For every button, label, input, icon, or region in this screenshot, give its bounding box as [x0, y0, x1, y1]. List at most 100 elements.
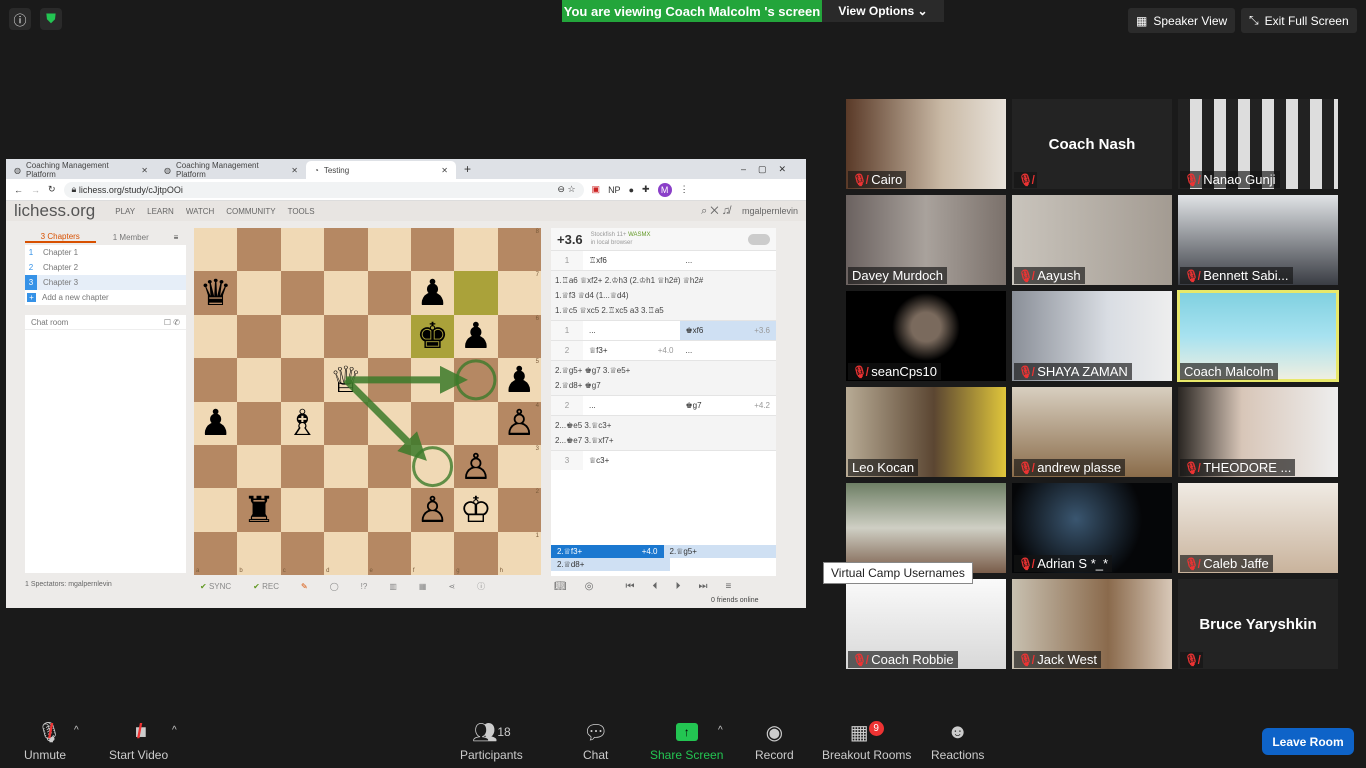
glyph-icon[interactable]: !? [361, 582, 368, 591]
participant-tile[interactable]: 🎙︎̸ Jack West [1012, 579, 1172, 669]
next-move-button[interactable]: ⏵ [675, 581, 680, 592]
reload-icon[interactable]: ↻ [48, 184, 56, 195]
tab-members[interactable]: 1 Member [96, 233, 167, 242]
breakout-rooms-button[interactable]: ▦ 9 Breakout Rooms [822, 720, 911, 762]
exit-fullscreen-button[interactable]: ⤡ Exit Full Screen [1241, 8, 1357, 33]
forward-icon[interactable]: → [31, 185, 40, 195]
participant-tile[interactable]: Coach Nash 🎙︎̸ [1012, 99, 1172, 189]
black-move[interactable]: ♚xf6 +3.6 [679, 321, 776, 340]
black-move[interactable]: ... [680, 251, 777, 270]
sync-toggle[interactable]: ✔ SYNC [200, 582, 231, 591]
participant-tile[interactable]: 🎙︎̸ Coach Robbie [846, 579, 1006, 669]
browser-tab[interactable]: ◍ Coaching Management Platform ✕ [6, 161, 156, 179]
candidate-move[interactable]: 2.♕g5+ [663, 545, 776, 558]
chart-icon[interactable]: ▥ [389, 582, 397, 591]
variation-line[interactable]: 2...♚e5 3.♕c3+ [555, 418, 772, 433]
variation-line[interactable]: 1.♖a6 ♕xf2+ 2.♔h3 (2.♔h1 ♕h2#) ♕h2# [555, 273, 772, 288]
participant-tile[interactable]: 🎙︎̸ seanCps10 [846, 291, 1006, 381]
close-icon[interactable]: ✕ [291, 166, 298, 175]
new-tab-button[interactable]: + [456, 162, 479, 179]
variation-line[interactable]: 1.♕c5 ♕xc5 2.♖xc5 a3 3.♖a5 [555, 303, 772, 318]
share-icon[interactable]: ⋖ [448, 582, 455, 591]
variation-line[interactable]: 2.♕d8+ ♚g7 [555, 378, 772, 393]
participant-tile[interactable]: 🎙︎̸ SHAYA ZAMAN [1012, 291, 1172, 381]
friends-online[interactable]: 0 friends online [711, 597, 758, 604]
extension-icon[interactable]: ● [629, 185, 634, 195]
speaker-view-button[interactable]: ▦ Speaker View [1128, 8, 1236, 33]
phone-icon[interactable]: ☐ ✆ [164, 318, 180, 327]
comment-icon[interactable]: ◯ [330, 582, 339, 591]
first-move-button[interactable]: ⏮ [625, 581, 634, 592]
participant-tile[interactable]: Davey Murdoch [846, 195, 1006, 285]
participant-tile[interactable]: Leo Kocan [846, 387, 1006, 477]
chapter-item-active[interactable]: 3 Chapter 3 [25, 275, 186, 290]
nav-watch[interactable]: WATCH [186, 207, 214, 216]
book-icon[interactable]: 📖︎ [554, 581, 567, 592]
chevron-up-icon[interactable]: ^ [74, 725, 79, 736]
participant-tile[interactable]: 🎙︎̸ Caleb Jaffe [1178, 483, 1338, 573]
back-icon[interactable]: ← [14, 185, 23, 195]
hamburger-icon[interactable]: ≡ [166, 233, 186, 242]
profile-avatar[interactable]: M [657, 182, 672, 197]
participant-tile[interactable]: 🎙︎̸ Cairo [846, 99, 1006, 189]
nav-community[interactable]: COMMUNITY [226, 207, 275, 216]
menu-icon[interactable]: ≡ [725, 581, 731, 592]
user-menu[interactable]: mgalpernlevin [742, 206, 798, 216]
last-move-button[interactable]: ⏭ [698, 581, 707, 592]
participant-tile[interactable]: 🎙︎̸ Aayush [1012, 195, 1172, 285]
participant-tile[interactable] [846, 483, 1006, 573]
white-move[interactable]: ♕c3+ [583, 451, 680, 470]
white-move[interactable]: ... [583, 396, 680, 415]
view-options-button[interactable]: View Options ⌄ [822, 0, 944, 22]
zoom-icon[interactable]: ⊖ ☆ [557, 184, 575, 195]
engine-toggle[interactable] [748, 233, 770, 245]
lichess-logo[interactable]: lichess.org [14, 201, 95, 221]
candidate-move[interactable]: 2.♕f3+ +4.0 [551, 545, 664, 558]
rec-toggle[interactable]: ✔ REC [253, 582, 279, 591]
info-icon[interactable]: ⓘ [9, 8, 31, 30]
chevron-up-icon[interactable]: ^ [172, 725, 177, 736]
close-icon[interactable]: ✕ [141, 166, 148, 175]
black-move[interactable] [680, 451, 777, 470]
close-icon[interactable]: ✕ [441, 166, 448, 175]
share-screen-button[interactable]: ↑ Share Screen [650, 721, 723, 762]
browser-tab-active[interactable]: ◔ Testing ✕ [306, 161, 456, 179]
add-chapter-button[interactable]: + Add a new chapter [25, 290, 186, 305]
info-icon[interactable]: ⓘ [477, 581, 485, 592]
record-button[interactable]: ◉ Record [755, 721, 794, 763]
participant-tile[interactable]: Coach Malcolm [1177, 290, 1339, 382]
grid-icon[interactable]: ▦ [419, 582, 427, 591]
extension-icon[interactable]: ▣ [592, 184, 601, 195]
chat-button[interactable]: 💬︎ Chat [583, 721, 608, 763]
white-move[interactable]: ♕f3+ +4.0 [583, 341, 680, 360]
target-icon[interactable]: ◎ [585, 581, 594, 592]
black-move[interactable]: ♚g7 +4.2 [680, 396, 777, 415]
white-move[interactable]: ... [583, 321, 680, 340]
candidate-move[interactable]: 2.♕d8+ [551, 558, 670, 571]
nav-play[interactable]: PLAY [115, 207, 135, 216]
participant-tile[interactable]: Bruce Yaryshkin 🎙︎̸ [1178, 579, 1338, 669]
variation-line[interactable]: 2.♕g5+ ♚g7 3.♕e5+ [555, 363, 772, 378]
prev-move-button[interactable]: ⏴ [652, 581, 657, 592]
reactions-button[interactable]: ☻ Reactions [931, 721, 984, 763]
participant-tile[interactable]: 🎙︎̸ andrew plasse [1012, 387, 1172, 477]
white-move[interactable]: ♖xf6 [583, 251, 680, 270]
chevron-up-icon[interactable]: ^ [718, 725, 723, 736]
browser-tab[interactable]: ◍ Coaching Management Platform ✕ [156, 161, 306, 179]
participant-tile[interactable]: 🎙︎̸ THEODORE ... [1178, 387, 1338, 477]
shield-icon[interactable]: ⛊ [40, 8, 62, 30]
nav-tools[interactable]: TOOLS [288, 207, 315, 216]
variation-line[interactable]: 2...♚e7 3.♕xf7+ [555, 433, 772, 448]
participant-tile[interactable]: 🎙︎̸ Adrian S *_* [1012, 483, 1172, 573]
np-extension[interactable]: NP [608, 185, 621, 195]
window-controls[interactable]: –▢✕ [733, 164, 806, 179]
puzzle-icon[interactable]: ✚ [642, 184, 650, 195]
leave-room-button[interactable]: Leave Room [1262, 728, 1354, 755]
unmute-button[interactable]: 🎙︎ / Unmute [24, 721, 66, 763]
participant-tile[interactable]: 🎙︎̸ Bennett Sabi... [1178, 195, 1338, 285]
url-input[interactable]: 🔒︎ lichess.org/study/cJjtpOOi ⊖ ☆ [63, 181, 584, 198]
search-icon[interactable]: ⌕ ✕ ♫̸ [701, 205, 730, 218]
participant-tile[interactable]: 🎙︎̸ Nanao Gunji [1178, 99, 1338, 189]
variation-line[interactable]: 1.♕f3 ♕d4 (1...♕d4) [555, 288, 772, 303]
tag-icon[interactable]: ✎ [301, 582, 308, 591]
